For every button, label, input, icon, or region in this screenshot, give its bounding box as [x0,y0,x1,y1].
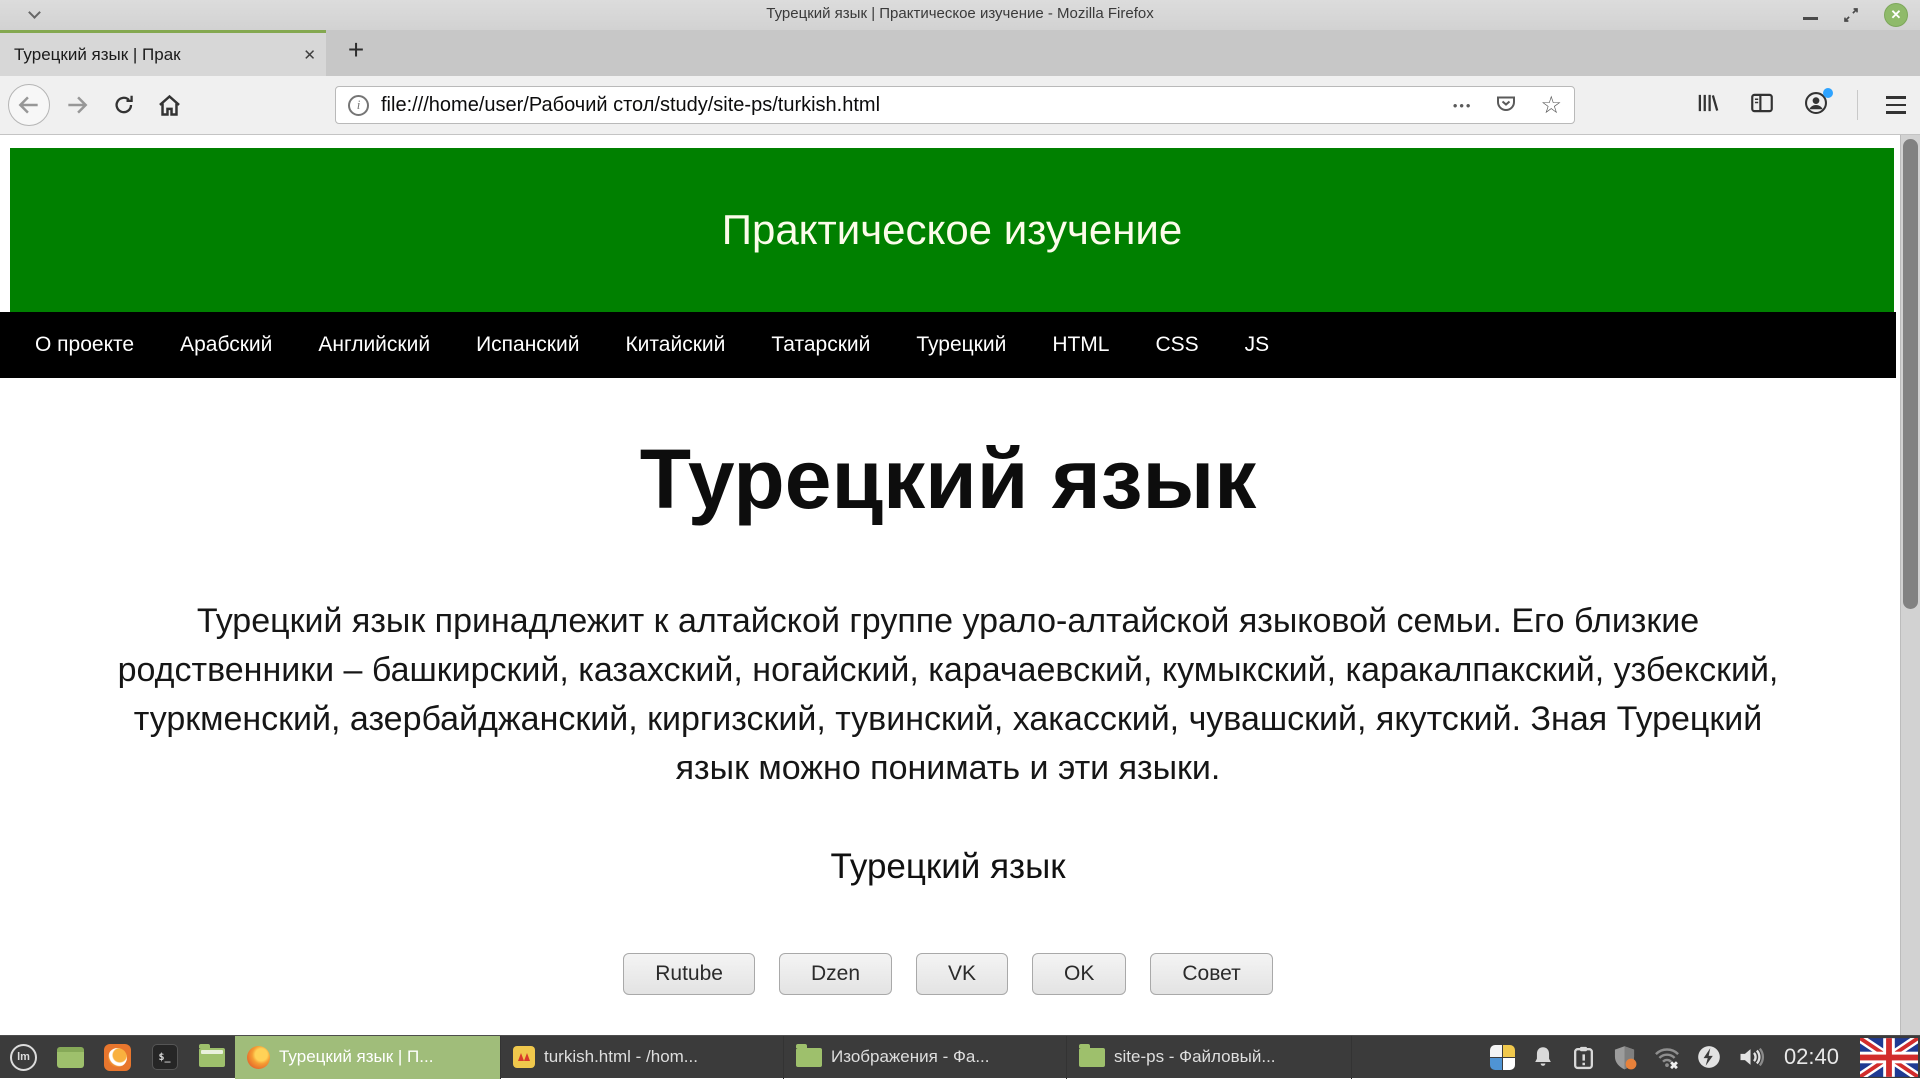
firefox-launcher[interactable] [94,1036,141,1079]
minimize-button[interactable] [1803,17,1818,20]
page-title: Турецкий язык [0,431,1896,528]
keyboard-layout-flag-icon[interactable] [1860,1038,1918,1077]
taskbar-window-label: Изображения - Фа... [831,1047,990,1067]
nav-link-css[interactable]: CSS [1155,333,1198,357]
clipboard-alert-icon[interactable] [1571,1045,1596,1070]
taskbar: lm $_ Турецкий язык | П... turkish.html … [0,1035,1920,1078]
mint-logo-icon: lm [10,1044,37,1071]
sovet-button[interactable]: Совет [1150,953,1272,995]
reload-icon[interactable] [112,93,136,117]
taskbar-window-label: Турецкий язык | П... [279,1047,433,1067]
tab-close-icon[interactable]: ✕ [303,46,316,64]
nav-link-chinese[interactable]: Китайский [625,333,725,357]
terminal-launcher[interactable]: $_ [141,1036,188,1079]
toolbar-divider [1857,90,1858,120]
firefox-icon [104,1044,131,1071]
desktop-icon [57,1047,84,1068]
folder-icon [199,1048,225,1067]
tab-title: Турецкий язык | Прак [14,45,299,65]
active-tab[interactable]: Турецкий язык | Прак ✕ [0,30,326,76]
text-editor-icon [513,1046,535,1068]
url-bar[interactable]: i file:///home/user/Рабочий стол/study/s… [335,86,1575,124]
menu-icon[interactable] [1886,96,1906,114]
site-nav: О проекте Арабский Английский Испанский … [0,312,1896,378]
site-banner-title: Практическое изучение [722,206,1182,254]
sidebar-icon[interactable] [1749,90,1775,121]
scrollbar-thumb[interactable] [1903,139,1918,609]
nav-link-tatar[interactable]: Татарский [771,333,870,357]
terminal-icon: $_ [152,1044,178,1070]
library-icon[interactable] [1695,90,1721,121]
browser-toolbar: i file:///home/user/Рабочий стол/study/s… [0,76,1920,135]
maximize-icon[interactable] [1842,6,1860,24]
rutube-button[interactable]: Rutube [623,953,755,995]
nav-link-turkish[interactable]: Турецкий [916,333,1006,357]
back-icon[interactable] [8,84,50,126]
pocket-icon[interactable] [1494,91,1518,120]
url-text[interactable]: file:///home/user/Рабочий стол/study/sit… [381,94,1453,117]
taskbar-window-editor[interactable]: turkish.html - /hom... [501,1036,784,1079]
dzen-button[interactable]: Dzen [779,953,892,995]
forward-icon[interactable] [64,92,90,118]
nav-link-html[interactable]: HTML [1052,333,1109,357]
nav-link-spanish[interactable]: Испанский [476,333,579,357]
screen: Турецкий язык | Практическое изучение - … [0,0,1920,1078]
account-icon[interactable] [1803,90,1829,121]
nav-link-about[interactable]: О проекте [35,333,134,357]
close-button[interactable]: ✕ [1884,3,1908,27]
nav-link-english[interactable]: Английский [318,333,430,357]
new-tab-button[interactable]: + [336,34,376,66]
notification-dot [1823,88,1833,98]
page-subheading: Турецкий язык [0,847,1896,887]
vk-button[interactable]: VK [916,953,1008,995]
home-icon[interactable] [156,92,183,119]
page-actions-icon[interactable]: ••• [1453,98,1473,113]
taskbar-window-firefox[interactable]: Турецкий язык | П... [235,1036,501,1079]
bookmark-star-icon[interactable]: ☆ [1540,91,1562,120]
social-button-row: Rutube Dzen VK OK Совет [0,953,1896,995]
notifications-bell-icon[interactable] [1530,1044,1556,1070]
taskbar-window-siteps[interactable]: site-ps - Файловый... [1067,1036,1352,1079]
folder-icon [796,1048,822,1067]
page-paragraph: Турецкий язык принадлежит к алтайской гр… [98,597,1798,793]
site-banner: Практическое изучение [10,148,1894,312]
volume-icon[interactable] [1737,1043,1765,1071]
site-info-icon[interactable]: i [348,95,369,116]
taskbar-window-label: turkish.html - /hom... [544,1047,698,1067]
power-icon[interactable] [1696,1044,1722,1070]
ok-button[interactable]: OK [1032,953,1126,995]
page-viewport: Практическое изучение О проекте Арабский… [0,135,1920,1035]
network-offline-icon[interactable] [1653,1043,1681,1071]
nav-link-arabic[interactable]: Арабский [180,333,272,357]
taskbar-window-images[interactable]: Изображения - Фа... [784,1036,1067,1079]
window-title: Турецкий язык | Практическое изучение - … [0,5,1920,22]
files-launcher[interactable] [188,1036,235,1079]
clock[interactable]: 02:40 [1784,1044,1839,1070]
window-titlebar: Турецкий язык | Практическое изучение - … [0,0,1920,30]
show-desktop-button[interactable] [47,1036,94,1079]
nav-link-js[interactable]: JS [1245,333,1270,357]
folder-icon [1079,1048,1105,1067]
taskbar-window-label: site-ps - Файловый... [1114,1047,1276,1067]
mint-menu-button[interactable]: lm [0,1036,47,1079]
tab-bar: Турецкий язык | Прак ✕ + [0,30,1920,76]
scrollbar[interactable] [1900,135,1920,1035]
shield-icon[interactable] [1611,1044,1638,1071]
app-grid-icon[interactable] [1490,1045,1515,1070]
firefox-icon [247,1046,270,1069]
